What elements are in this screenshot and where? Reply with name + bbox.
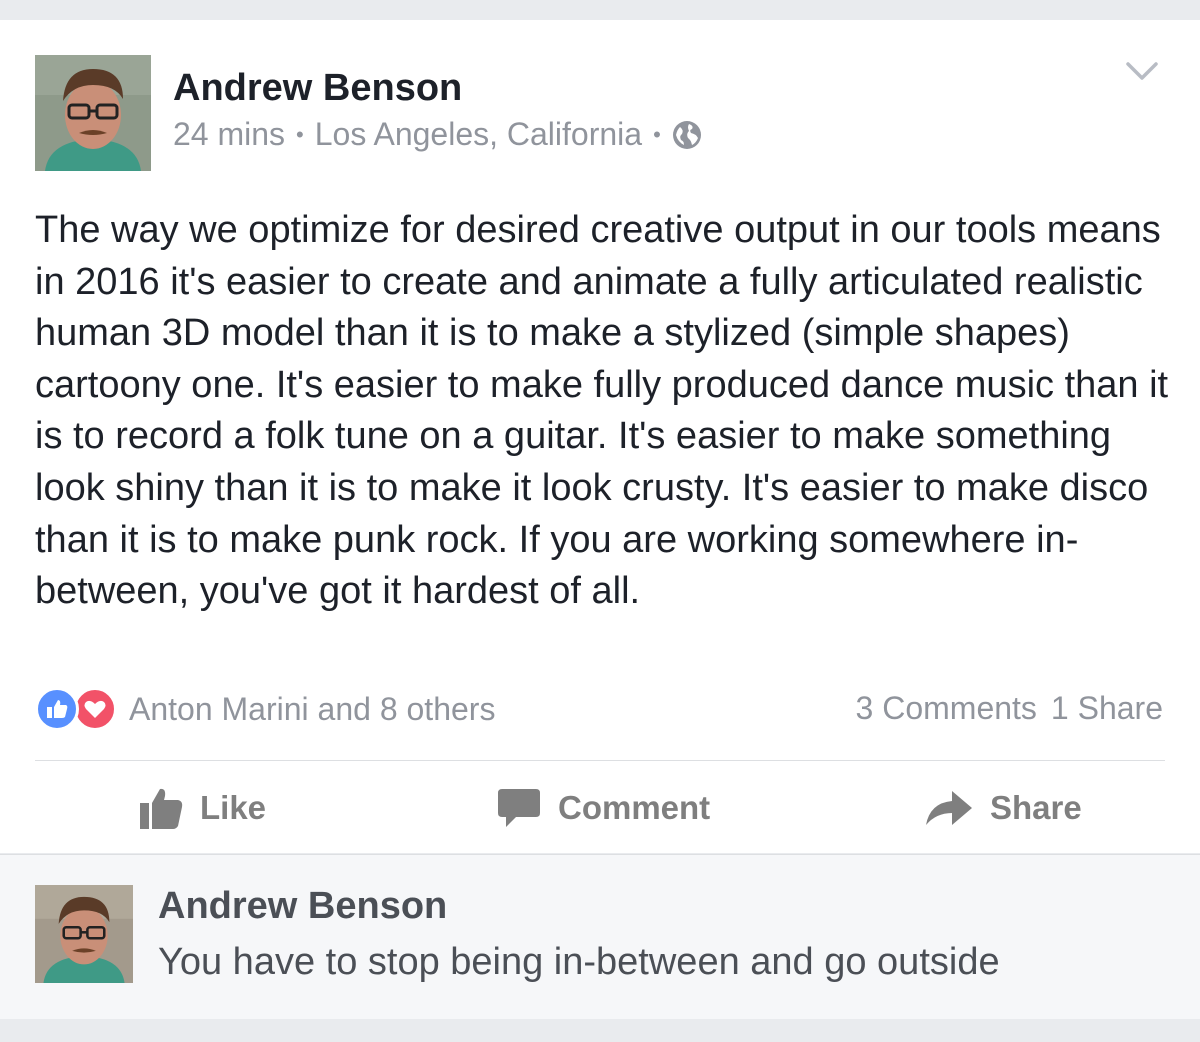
reaction-summary[interactable]: Anton Marini and 8 others — [35, 687, 495, 731]
meta-separator: • — [653, 121, 661, 147]
post-card: Andrew Benson 24 mins • Los Angeles, Cal… — [0, 20, 1200, 853]
share-arrow-icon — [926, 791, 972, 825]
thumbs-up-icon — [140, 788, 183, 829]
post-location[interactable]: Los Angeles, California — [315, 116, 642, 153]
post-author[interactable]: Andrew Benson — [173, 67, 462, 110]
globe-icon[interactable] — [672, 120, 702, 150]
post-time[interactable]: 24 mins — [173, 116, 285, 153]
like-button[interactable]: Like — [138, 780, 266, 836]
comment-label: Comment — [558, 789, 711, 826]
commenter-avatar[interactable] — [35, 885, 133, 983]
speech-bubble-icon — [498, 789, 540, 827]
comment-section: Andrew Benson You have to stop being in-… — [0, 854, 1200, 1019]
avatar-photo — [35, 55, 151, 171]
post-meta: 24 mins • Los Angeles, California • — [173, 116, 702, 153]
share-label: Share — [990, 789, 1082, 826]
post-text: The way we optimize for desired creative… — [35, 209, 1169, 613]
like-label: Like — [200, 789, 267, 826]
comments-count[interactable]: 3 Comments — [856, 690, 1037, 726]
comment-button[interactable]: Comment — [496, 780, 710, 836]
like-reaction-icon — [35, 687, 79, 731]
meta-separator: • — [296, 121, 304, 147]
comment-text: You have to stop being in-between and go… — [158, 941, 1000, 983]
love-reaction-icon — [73, 687, 117, 731]
comment-author[interactable]: Andrew Benson — [158, 885, 447, 928]
author-avatar[interactable] — [35, 55, 151, 171]
share-button[interactable]: Share — [924, 780, 1082, 836]
reaction-names[interactable]: Anton Marini and 8 others — [129, 691, 495, 728]
divider — [35, 760, 1165, 761]
chevron-down-icon[interactable] — [1124, 58, 1160, 84]
engagement-counts: 3 Comments 1 Share — [856, 690, 1163, 727]
shares-count[interactable]: 1 Share — [1051, 690, 1163, 726]
avatar-photo — [35, 885, 133, 983]
